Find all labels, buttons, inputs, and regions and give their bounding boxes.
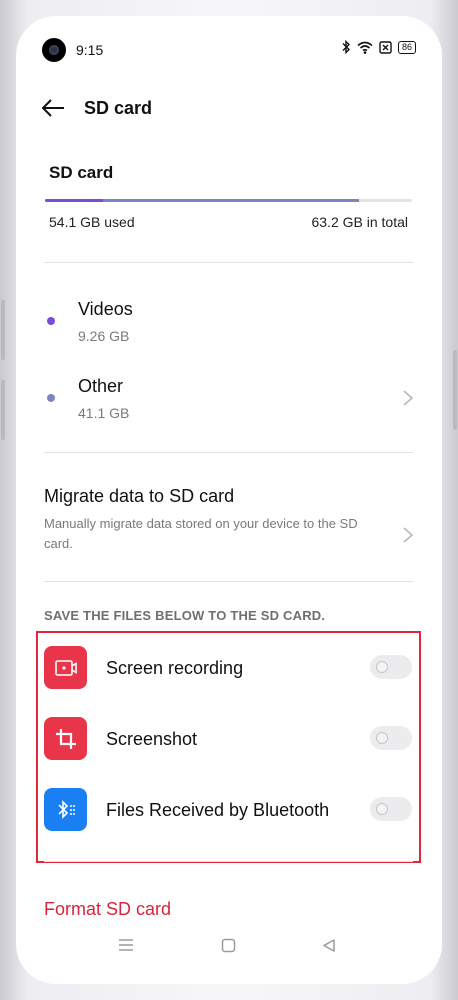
divider	[44, 262, 413, 263]
divider	[44, 861, 413, 862]
status-time: 9:15	[76, 42, 104, 58]
usage-bar-other	[102, 199, 360, 202]
wifi-icon	[357, 41, 373, 54]
battery-icon: 86	[397, 40, 416, 54]
volume-button	[1, 300, 5, 360]
no-sim-icon	[379, 40, 392, 54]
category-videos[interactable]: Videos 9.26 GB	[16, 286, 442, 356]
chevron-right-icon	[403, 390, 414, 406]
category-size: 41.1 GB	[78, 405, 130, 421]
option-label: Screen recording	[106, 658, 244, 678]
category-name: Other	[78, 376, 124, 396]
screen: 9:15 86 SD card SD card 54.1 GB used 63.…	[16, 16, 442, 984]
option-bluetooth-files[interactable]: Files Received by Bluetooth	[44, 788, 424, 840]
divider	[44, 452, 413, 453]
migrate-description: Manually migrate data stored on your dev…	[44, 516, 358, 551]
phone-frame: 9:15 86 SD card SD card 54.1 GB used 63.…	[0, 0, 458, 1000]
storage-title: SD card	[49, 163, 114, 182]
option-label: Screenshot	[106, 729, 198, 749]
total-space: 63.2 GB in total	[311, 214, 408, 230]
screenshot-toggle[interactable]	[370, 726, 412, 750]
other-color-dot	[47, 394, 55, 402]
screen-recording-toggle[interactable]	[370, 655, 412, 679]
save-section-header: SAVE THE FILES BELOW TO THE SD CARD.	[44, 608, 326, 623]
status-bar: 9:15 86	[16, 16, 442, 86]
used-space: 54.1 GB used	[49, 214, 135, 230]
front-camera	[42, 38, 66, 62]
screen-recording-icon	[44, 646, 87, 689]
bluetooth-files-toggle[interactable]	[370, 797, 412, 821]
app-header: SD card	[16, 86, 442, 130]
storage-usage-bar	[45, 199, 412, 202]
power-button	[453, 350, 457, 430]
navigation-bar	[16, 928, 442, 968]
category-other[interactable]: Other 41.1 GB	[16, 363, 442, 433]
option-screen-recording[interactable]: Screen recording	[44, 646, 424, 698]
home-icon[interactable]	[221, 938, 236, 953]
back-triangle-icon[interactable]	[322, 938, 336, 953]
back-arrow-icon[interactable]	[40, 96, 66, 120]
category-name: Videos	[78, 299, 133, 319]
volume-button	[1, 380, 5, 440]
bluetooth-status-icon	[342, 40, 350, 54]
usage-bar-videos	[45, 199, 103, 202]
format-sd-card-button[interactable]: Format SD card	[44, 899, 171, 920]
category-size: 9.26 GB	[78, 328, 130, 344]
status-icons: 86	[341, 40, 416, 54]
menu-icon[interactable]	[118, 938, 134, 952]
divider	[44, 581, 413, 582]
bluetooth-icon	[44, 788, 87, 831]
migrate-title: Migrate data to SD card	[44, 486, 235, 506]
option-screenshot[interactable]: Screenshot	[44, 717, 424, 769]
crop-icon	[44, 717, 87, 760]
page-title: SD card	[84, 98, 153, 118]
option-label: Files Received by Bluetooth	[106, 800, 330, 820]
videos-color-dot	[47, 317, 55, 325]
chevron-right-icon	[403, 527, 414, 543]
